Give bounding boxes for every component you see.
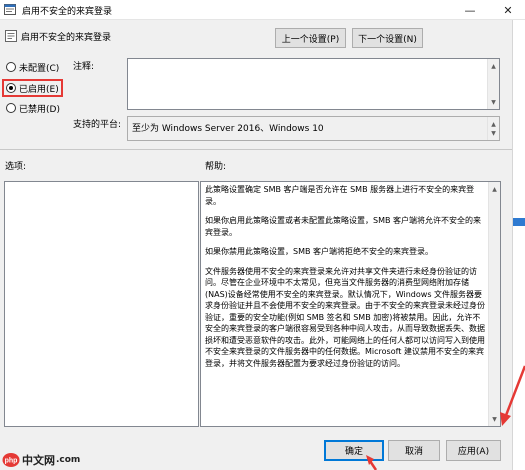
scroll-down-icon[interactable]: ▼ xyxy=(488,96,499,108)
title-bar: 启用不安全的来宾登录 — ✕ xyxy=(0,0,525,20)
radio-disabled[interactable]: 已禁用(D) xyxy=(6,101,60,115)
help-paragraph: 如果你启用此策略设置或者未配置此策略设置，SMB 客户端将允许不安全的来宾登录。 xyxy=(205,216,482,237)
background-accent xyxy=(513,218,525,226)
background-window-strip xyxy=(512,20,525,470)
help-pane[interactable]: 此策略设置确定 SMB 客户端是否允许在 SMB 服务器上进行不安全的来宾登录。… xyxy=(200,181,501,427)
apply-button[interactable]: 应用(A) xyxy=(446,440,501,461)
help-label: 帮助: xyxy=(205,162,227,172)
comment-textarea[interactable]: ▲ ▼ xyxy=(127,58,500,110)
php-logo-icon: php xyxy=(2,453,20,467)
svg-text:php: php xyxy=(5,458,18,465)
scroll-up-icon[interactable]: ▲ xyxy=(489,183,500,195)
watermark: php 中文网 .com xyxy=(2,451,80,469)
policy-header: 启用不安全的来宾登录 xyxy=(5,29,111,43)
comment-scrollbar[interactable]: ▲ ▼ xyxy=(487,59,499,109)
supported-on-field: 至少为 Windows Server 2016、Windows 10 ▲ ▼ xyxy=(127,116,500,141)
help-paragraph: 文件服务器使用不安全的来宾登录来允许对共享文件夹进行未经身份验证的访问。尽管在企… xyxy=(205,266,485,368)
close-icon: ✕ xyxy=(503,3,513,17)
radio-circle xyxy=(6,103,16,113)
supported-on-label: 支持的平台: xyxy=(73,120,122,130)
watermark-text: 中文网 xyxy=(22,454,55,467)
annotation-highlight-box xyxy=(2,79,63,97)
radio-not-configured[interactable]: 未配置(C) xyxy=(6,60,59,74)
help-paragraph: 此策略设置确定 SMB 客户端是否允许在 SMB 服务器上进行不安全的来宾登录。 xyxy=(205,185,475,206)
scroll-down-icon[interactable]: ▼ xyxy=(488,127,499,139)
minimize-button[interactable]: — xyxy=(453,0,487,20)
ok-button[interactable]: 确定 xyxy=(324,440,384,461)
scroll-down-icon[interactable]: ▼ xyxy=(489,413,500,425)
policy-window-icon xyxy=(4,4,16,15)
scroll-up-icon[interactable]: ▲ xyxy=(488,60,499,72)
help-scrollbar[interactable]: ▲ ▼ xyxy=(488,182,500,426)
next-setting-button[interactable]: 下一个设置(N) xyxy=(352,28,423,48)
cancel-button[interactable]: 取消 xyxy=(388,440,440,461)
watermark-url: .com xyxy=(56,455,81,465)
close-button[interactable]: ✕ xyxy=(491,0,525,20)
radio-label-not-configured: 未配置(C) xyxy=(19,63,60,74)
radio-label-disabled: 已禁用(D) xyxy=(19,104,60,115)
previous-setting-button[interactable]: 上一个设置(P) xyxy=(275,28,346,48)
help-paragraph: 如果你禁用此策略设置，SMB 客户端将拒绝不安全的来宾登录。 xyxy=(205,247,434,256)
supported-on-scrollbar[interactable]: ▲ ▼ xyxy=(487,117,499,140)
help-text: 此策略设置确定 SMB 客户端是否允许在 SMB 服务器上进行不安全的来宾登录。… xyxy=(205,184,486,377)
options-label: 选项: xyxy=(5,162,27,172)
options-pane[interactable] xyxy=(4,181,199,427)
minimize-icon: — xyxy=(464,3,476,17)
policy-setting-icon xyxy=(5,30,17,42)
policy-name: 启用不安全的来宾登录 xyxy=(21,32,112,43)
radio-circle xyxy=(6,62,16,72)
section-divider xyxy=(0,149,525,150)
supported-on-value: 至少为 Windows Server 2016、Windows 10 xyxy=(132,124,324,134)
window-title: 启用不安全的来宾登录 xyxy=(22,7,113,17)
comment-label: 注释: xyxy=(73,62,95,72)
